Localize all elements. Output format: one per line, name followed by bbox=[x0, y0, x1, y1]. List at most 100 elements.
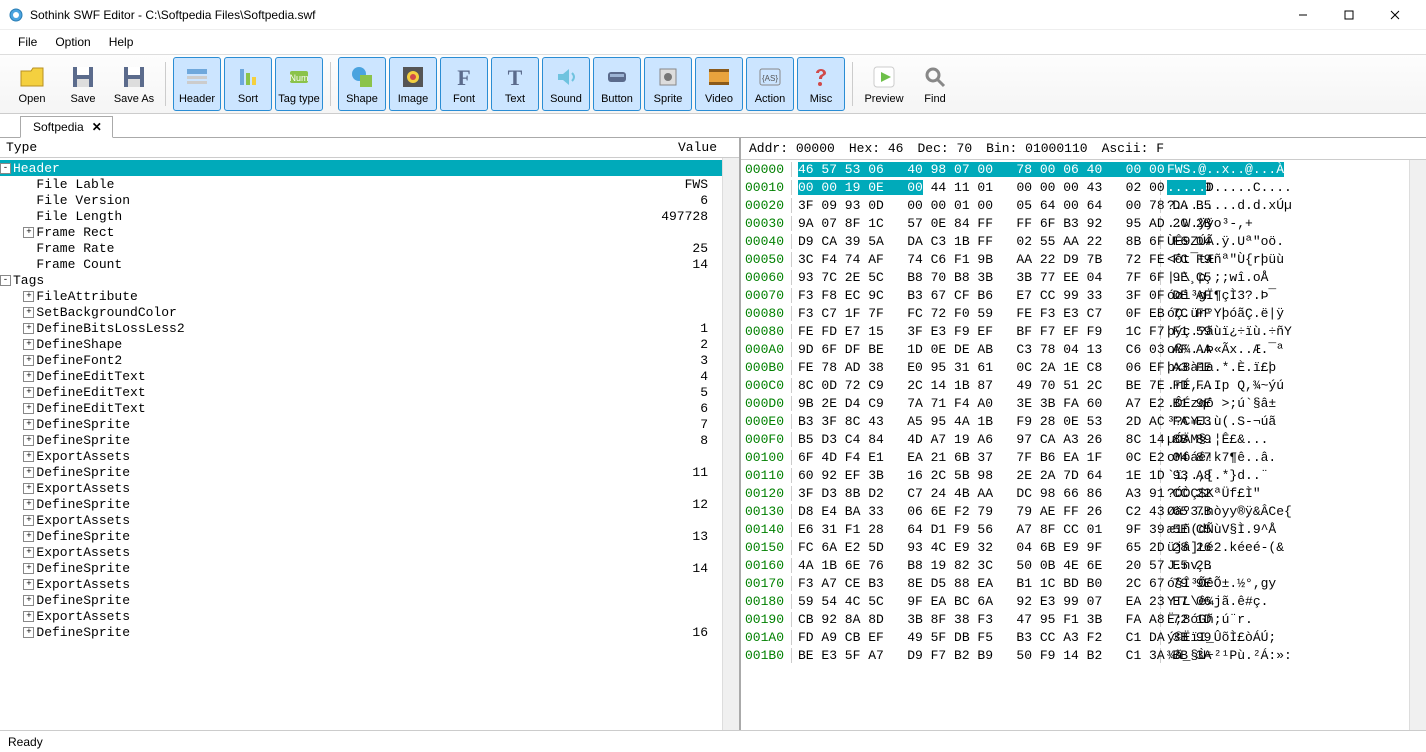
expand-icon[interactable]: + bbox=[23, 515, 34, 526]
expand-icon[interactable]: + bbox=[23, 547, 34, 558]
hex-row[interactable]: 000E0B3 3F 8C 43 A5 95 4A 1B F9 28 0E 53… bbox=[741, 412, 1409, 430]
hex-row[interactable]: 00190CB 92 8A 8D 3B 8F 38 F3 47 95 F1 3B… bbox=[741, 610, 1409, 628]
tree-row[interactable]: +ExportAssets bbox=[0, 512, 722, 528]
expand-icon[interactable]: + bbox=[23, 595, 34, 606]
expand-icon[interactable]: + bbox=[23, 291, 34, 302]
toolbar-button-button[interactable]: Button bbox=[593, 57, 641, 111]
tree-row[interactable]: +SetBackgroundColor bbox=[0, 304, 722, 320]
tree-row[interactable]: -Header bbox=[0, 160, 722, 176]
hex-row[interactable]: 00130D8 E4 BA 33 06 6E F2 79 79 AE FF 26… bbox=[741, 502, 1409, 520]
tree-row[interactable]: +DefineSprite14 bbox=[0, 560, 722, 576]
tree-row[interactable]: +DefineBitsLossLess21 bbox=[0, 320, 722, 336]
tree-row[interactable]: File LableFWS bbox=[0, 176, 722, 192]
tree-row[interactable]: Frame Rate25 bbox=[0, 240, 722, 256]
hex-row[interactable]: 00170F3 A7 CE B3 8E D5 88 EA B1 1C BD B0… bbox=[741, 574, 1409, 592]
tree-row[interactable]: +ExportAssets bbox=[0, 576, 722, 592]
tree-row[interactable]: +DefineSprite13 bbox=[0, 528, 722, 544]
expand-icon[interactable]: + bbox=[23, 531, 34, 542]
hex-row[interactable]: 0018059 54 4C 5C 9F EA BC 6A 92 E3 99 07… bbox=[741, 592, 1409, 610]
toolbar-video-button[interactable]: Video bbox=[695, 57, 743, 111]
toolbar-tagtype-button[interactable]: NumTag type bbox=[275, 57, 323, 111]
tree-row[interactable]: +DefineSprite12 bbox=[0, 496, 722, 512]
tree-row[interactable]: +DefineEditText4 bbox=[0, 368, 722, 384]
toolbar-font-button[interactable]: FFont bbox=[440, 57, 488, 111]
tree-scrollbar[interactable] bbox=[722, 158, 739, 730]
hex-row[interactable]: 001604A 1B 6E 76 B8 19 82 3C 50 0B 4E 6E… bbox=[741, 556, 1409, 574]
hex-row[interactable]: 00080F3 C7 1F 7F FC 72 F0 59 FE F3 E3 C7… bbox=[741, 304, 1409, 322]
hex-row[interactable]: 00040D9 CA 39 5A DA C3 1B FF 02 55 AA 22… bbox=[741, 232, 1409, 250]
toolbar-misc-button[interactable]: Misc bbox=[797, 57, 845, 111]
expand-icon[interactable]: + bbox=[23, 483, 34, 494]
toolbar-action-button[interactable]: {AS}Action bbox=[746, 57, 794, 111]
hex-row[interactable]: 000F0B5 D3 C4 84 4D A7 19 A6 97 CA A3 26… bbox=[741, 430, 1409, 448]
expand-icon[interactable]: - bbox=[0, 163, 11, 174]
expand-icon[interactable]: + bbox=[23, 435, 34, 446]
hex-row[interactable]: 00070F3 F8 EC 9C B3 67 CF B6 E7 CC 99 33… bbox=[741, 286, 1409, 304]
expand-icon[interactable]: + bbox=[23, 419, 34, 430]
minimize-button[interactable] bbox=[1280, 0, 1326, 30]
tree-row[interactable]: +FileAttribute bbox=[0, 288, 722, 304]
tree-row[interactable]: +ExportAssets bbox=[0, 544, 722, 560]
tree-row[interactable]: +ExportAssets bbox=[0, 448, 722, 464]
expand-icon[interactable]: + bbox=[23, 563, 34, 574]
document-tab[interactable]: Softpedia ✕ bbox=[20, 116, 113, 138]
tree-row[interactable]: +DefineFont23 bbox=[0, 352, 722, 368]
toolbar-shape-button[interactable]: Shape bbox=[338, 57, 386, 111]
expand-icon[interactable]: + bbox=[23, 355, 34, 366]
tree-row[interactable]: +DefineSprite bbox=[0, 592, 722, 608]
hex-row[interactable]: 001A0FD A9 CB EF 49 5F DB F5 B3 CC A3 F2… bbox=[741, 628, 1409, 646]
tree-row[interactable]: Frame Count14 bbox=[0, 256, 722, 272]
expand-icon[interactable]: + bbox=[23, 403, 34, 414]
hex-row[interactable]: 000A09D 6F DF BE 1D 0E DE AB C3 78 04 13… bbox=[741, 340, 1409, 358]
hex-row[interactable]: 000203F 09 93 0D 00 00 01 00 05 64 00 64… bbox=[741, 196, 1409, 214]
tree-row[interactable]: +DefineSprite11 bbox=[0, 464, 722, 480]
structure-tree[interactable]: -Header File LableFWS File Version6 File… bbox=[0, 158, 722, 730]
tree-row[interactable]: File Version6 bbox=[0, 192, 722, 208]
tree-row[interactable]: +ExportAssets bbox=[0, 480, 722, 496]
tree-row[interactable]: File Length497728 bbox=[0, 208, 722, 224]
expand-icon[interactable]: - bbox=[0, 275, 11, 286]
toolbar-text-button[interactable]: TText bbox=[491, 57, 539, 111]
expand-icon[interactable]: + bbox=[23, 371, 34, 382]
expand-icon[interactable]: + bbox=[23, 451, 34, 462]
tree-row[interactable]: +DefineSprite8 bbox=[0, 432, 722, 448]
tree-row[interactable]: +DefineSprite7 bbox=[0, 416, 722, 432]
hex-row[interactable]: 001203F D3 8B D2 C7 24 4B AA DC 98 66 86… bbox=[741, 484, 1409, 502]
expand-icon[interactable]: + bbox=[23, 323, 34, 334]
hex-row[interactable]: 00080FE FD E7 15 3F E3 F9 EF BF F7 EF F9… bbox=[741, 322, 1409, 340]
expand-icon[interactable]: + bbox=[23, 611, 34, 622]
tree-row[interactable]: +DefineEditText6 bbox=[0, 400, 722, 416]
toolbar-sound-button[interactable]: Sound bbox=[542, 57, 590, 111]
toolbar-open-button[interactable]: Open bbox=[8, 57, 56, 111]
tree-row[interactable]: +Frame Rect bbox=[0, 224, 722, 240]
hex-row[interactable]: 001006F 4D F4 E1 EA 21 6B 37 7F B6 EA 1F… bbox=[741, 448, 1409, 466]
menu-help[interactable]: Help bbox=[101, 33, 142, 51]
toolbar-preview-button[interactable]: Preview bbox=[860, 57, 908, 111]
tab-close-icon[interactable]: ✕ bbox=[92, 120, 102, 134]
hex-row[interactable]: 000503C F4 74 AF 74 C6 F1 9B AA 22 D9 7B… bbox=[741, 250, 1409, 268]
hex-row[interactable]: 0011060 92 EF 3B 16 2C 5B 98 2E 2A 7D 64… bbox=[741, 466, 1409, 484]
tree-row[interactable]: +DefineShape2 bbox=[0, 336, 722, 352]
toolbar-sort-button[interactable]: Sort bbox=[224, 57, 272, 111]
hex-row[interactable]: 000D09B 2E D4 C9 7A 71 F4 A0 3E 3B FA 60… bbox=[741, 394, 1409, 412]
menu-option[interactable]: Option bbox=[47, 33, 98, 51]
expand-icon[interactable]: + bbox=[23, 307, 34, 318]
toolbar-find-button[interactable]: Find bbox=[911, 57, 959, 111]
hex-row[interactable]: 000B0FE 78 AD 38 E0 95 31 61 0C 2A 1E C8… bbox=[741, 358, 1409, 376]
hex-row[interactable]: 00140E6 31 F1 28 64 D1 F9 56 A7 8F CC 01… bbox=[741, 520, 1409, 538]
hex-row[interactable]: 0001000 00 19 0E 00 44 11 01 00 00 00 43… bbox=[741, 178, 1409, 196]
maximize-button[interactable] bbox=[1326, 0, 1372, 30]
toolbar-saveas-button[interactable]: Save As bbox=[110, 57, 158, 111]
tree-row[interactable]: +DefineEditText5 bbox=[0, 384, 722, 400]
menu-file[interactable]: File bbox=[10, 33, 45, 51]
tree-row[interactable]: +ExportAssets bbox=[0, 608, 722, 624]
expand-icon[interactable]: + bbox=[23, 227, 34, 238]
toolbar-header-button[interactable]: Header bbox=[173, 57, 221, 111]
close-button[interactable] bbox=[1372, 0, 1418, 30]
hex-scrollbar[interactable] bbox=[1409, 160, 1426, 730]
hex-row[interactable]: 000C08C 0D 72 C9 2C 14 1B 87 49 70 51 2C… bbox=[741, 376, 1409, 394]
tree-row[interactable]: -Tags bbox=[0, 272, 722, 288]
hex-row[interactable]: 001B0BE E3 5F A7 D9 F7 B2 B9 50 F9 14 B2… bbox=[741, 646, 1409, 664]
toolbar-sprite-button[interactable]: Sprite bbox=[644, 57, 692, 111]
toolbar-image-button[interactable]: Image bbox=[389, 57, 437, 111]
